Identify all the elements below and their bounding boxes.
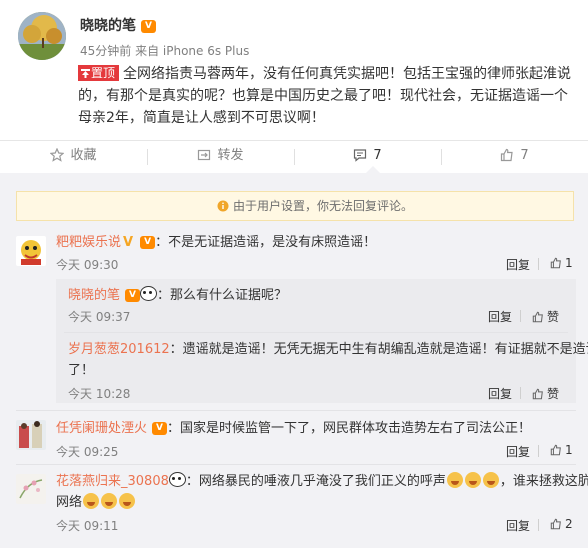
thumbs-up-icon (550, 518, 561, 530)
author-avatar[interactable] (18, 12, 66, 60)
reply-link[interactable]: 回复 (488, 308, 512, 325)
comment-like-button[interactable]: 赞 (532, 308, 559, 325)
favorite-button[interactable]: 收藏 (0, 141, 147, 171)
reply-link[interactable]: 回复 (506, 256, 530, 273)
verified-icon: V (123, 235, 134, 250)
post-text: 全网络指责马蓉两年，没有任何真凭实据吧！包括王宝强的律师张起淮说的，有那个是真实… (78, 66, 572, 126)
action-bar: 收藏 转发 7 7 (0, 140, 588, 171)
comment-author[interactable]: 岁月葱葱201612 (68, 342, 170, 357)
reply-link[interactable]: 回复 (506, 443, 530, 460)
comment-avatar[interactable] (16, 420, 46, 450)
reply-link[interactable]: 回复 (506, 517, 530, 534)
sub-reply-body-cont: 了！ (68, 363, 95, 378)
comment-time: 今天 09:11 (56, 519, 119, 533)
post-content: 置顶 全网络指责马蓉两年，没有任何真凭实据吧！包括王宝强的律师张起淮说的，有那个是… (78, 63, 578, 129)
comment-pointer (366, 166, 380, 173)
crying-laugh-emoji-icon (482, 472, 499, 488)
reply-disabled-notice: 由于用户设置，你无法回复评论。 (16, 191, 574, 221)
comment-time: 今天 09:25 (56, 445, 119, 459)
thumbs-up-icon (532, 388, 543, 400)
sub-reply-body: 晓晓的笔 V ：那么有什么证据呢？ (68, 286, 288, 303)
crying-emoji-icon (83, 493, 100, 509)
comment-avatar[interactable] (16, 236, 46, 266)
vip-badge-icon: V (125, 289, 141, 302)
pinned-badge: 置顶 (78, 65, 120, 81)
vip-badge-icon: V (140, 236, 156, 249)
pin-icon (81, 69, 90, 78)
comment-like-button[interactable]: 赞 (532, 385, 559, 402)
comment-author[interactable]: 花落燕归来_30808 (56, 474, 169, 489)
comment-body: 任凭阑珊处湮火 V ：国家是时候监管一下了，网民群体攻击造势左右了司法公正！ (56, 421, 532, 436)
thumbs-up-icon (501, 148, 514, 162)
like-button[interactable]: 7 (441, 141, 588, 171)
comment-author[interactable]: 晓晓的笔 (68, 288, 120, 303)
repost-icon (198, 149, 211, 161)
comment-time: 今天 09:30 (56, 258, 119, 272)
comment-like-button[interactable]: 2 (550, 517, 573, 531)
info-icon (217, 200, 229, 212)
sub-reply-body: 岁月葱葱201612：遗谣就是造谣！无凭无据无中生有胡编乱造就是造谣！有证据就不… (68, 342, 588, 357)
vip-badge-icon: V (141, 19, 156, 33)
comment-body: 花落燕归来_30808：网络暴民的唾液几乎淹没了我们正义的呼声，谁来拯救这肮脏的 (56, 472, 588, 489)
thumbs-up-icon (550, 444, 561, 456)
comment-author[interactable]: 粑粑娱乐说 (56, 235, 121, 250)
crying-emoji-icon (101, 493, 118, 509)
panda-icon (168, 472, 186, 487)
vip-badge-icon: V (152, 422, 168, 435)
star-icon (50, 147, 65, 162)
comment-icon (354, 149, 367, 162)
thumbs-up-icon (550, 257, 561, 269)
comment-like-button[interactable]: 1 (550, 443, 573, 457)
post-meta: 45分钟前 来自 iPhone 6s Plus (80, 44, 250, 58)
repost-button[interactable]: 转发 (147, 141, 294, 171)
comment-body: 粑粑娱乐说 V V ：不是无证据造谣，是没有床照造谣！ (56, 235, 377, 250)
comment-body-cont: 网络 (56, 493, 136, 513)
comment-time: 今天 09:37 (68, 310, 131, 324)
thumbs-up-icon (532, 311, 543, 323)
reply-link[interactable]: 回复 (488, 385, 512, 402)
panda-icon (140, 286, 158, 301)
author-name[interactable]: 晓晓的笔 V (80, 15, 156, 35)
comment-avatar[interactable] (16, 474, 46, 504)
comment-author[interactable]: 任凭阑珊处湮火 (56, 421, 147, 436)
crying-emoji-icon (119, 493, 136, 509)
comment-like-button[interactable]: 1 (550, 256, 573, 270)
crying-laugh-emoji-icon (464, 472, 481, 488)
crying-laugh-emoji-icon (446, 472, 463, 488)
comment-time: 今天 10:28 (68, 387, 131, 401)
